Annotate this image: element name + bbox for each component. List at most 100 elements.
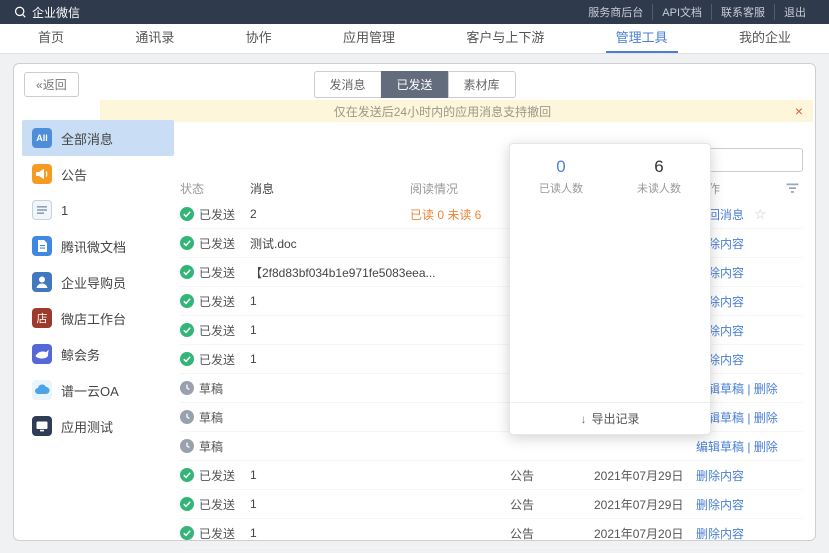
sidebar-item-label: 鲸会务 [61, 345, 100, 364]
sidebar-item-weidian-workbench[interactable]: 店 微店工作台 [22, 300, 174, 336]
document-icon [32, 236, 52, 256]
api-docs-link[interactable]: API文档 [652, 4, 711, 20]
wecom-logo-icon [14, 6, 27, 19]
header-read-status: 阅读情况 [410, 180, 510, 197]
message-cell[interactable]: 1 [250, 323, 410, 337]
sidebar-item-label: 全部消息 [61, 129, 113, 148]
nav-my-company[interactable]: 我的企业 [729, 24, 801, 53]
status-cell: 已发送 [180, 351, 250, 368]
nav-customers[interactable]: 客户与上下游 [456, 24, 554, 53]
sent-status-icon [180, 236, 194, 250]
content-card: «返回 发消息 已发送 素材库 仅在发送后24小时内的应用消息支持撤回 × Al… [13, 63, 816, 541]
status-label: 已发送 [199, 351, 235, 368]
sidebar-item-whale-meeting[interactable]: 鲸会务 [22, 336, 174, 372]
sidebar-item-label: 1 [61, 203, 68, 218]
action-cell: 编辑草稿 | 删除 [696, 380, 803, 397]
status-cell: 草稿 [180, 409, 250, 426]
message-cell[interactable]: 2 [250, 207, 410, 221]
monitor-icon [32, 416, 52, 436]
status-cell: 已发送 [180, 264, 250, 281]
read-count-stat[interactable]: 0 已读人数 [524, 157, 598, 196]
action-link[interactable]: 删除内容 [696, 467, 744, 484]
action-link[interactable]: 编辑草稿 | 删除 [696, 438, 778, 455]
status-cell: 已发送 [180, 235, 250, 252]
person-icon [32, 272, 52, 292]
sidebar-item-all-messages[interactable]: All 全部消息 [22, 120, 174, 156]
sidebar-item-label: 微店工作台 [61, 309, 126, 328]
action-cell: 删除内容 [696, 264, 803, 281]
sent-status-icon [180, 323, 194, 337]
message-cell[interactable]: 【2f8d83bf034b1e971fe5083eea... [250, 264, 410, 281]
message-cell[interactable]: 1 [250, 497, 410, 511]
app-logo-text: 企业微信 [32, 4, 80, 21]
sidebar-item-app-test[interactable]: 应用测试 [22, 408, 174, 444]
back-button[interactable]: «返回 [24, 72, 79, 97]
nav-app-management[interactable]: 应用管理 [333, 24, 405, 53]
status-label: 已发送 [199, 322, 235, 339]
status-cell: 已发送 [180, 496, 250, 513]
unread-count: 6 [622, 157, 696, 177]
back-chevron-icon: « [36, 78, 43, 92]
recall-notice-banner: 仅在发送后24小时内的应用消息支持撤回 × [100, 100, 813, 122]
nav-collaboration[interactable]: 协作 [236, 24, 282, 53]
sent-status-icon [180, 526, 194, 540]
action-link[interactable]: 删除内容 [696, 496, 744, 513]
list-icon [32, 200, 52, 220]
sent-status-icon [180, 294, 194, 308]
close-icon[interactable]: × [785, 100, 813, 122]
topbar-links: 服务商后台 API文档 联系客服 退出 [579, 4, 815, 20]
status-cell: 已发送 [180, 322, 250, 339]
draft-status-icon [180, 381, 194, 395]
sidebar-item-tencent-docs[interactable]: 腾讯微文档 [22, 228, 174, 264]
draft-status-icon [180, 410, 194, 424]
message-cell[interactable]: 测试.doc [250, 235, 410, 252]
contact-support-link[interactable]: 联系客服 [711, 4, 774, 20]
status-cell: 已发送 [180, 293, 250, 310]
message-tabs: 发消息 已发送 素材库 [313, 71, 515, 98]
draft-status-icon [180, 439, 194, 453]
status-label: 已发送 [199, 264, 235, 281]
action-cell: 删除内容 [696, 496, 803, 513]
type-cell: 公告 [510, 467, 594, 484]
star-icon[interactable]: ☆ [754, 206, 767, 223]
filter-icon[interactable] [786, 183, 799, 194]
unread-count-stat[interactable]: 6 未读人数 [622, 157, 696, 196]
action-cell: 编辑草稿 | 删除 [696, 409, 803, 426]
sent-status-icon [180, 468, 194, 482]
megaphone-icon [32, 164, 52, 184]
table-row: 已发送1公告2021年07月29日删除内容 [180, 461, 803, 490]
date-cell: 2021年07月29日 [594, 496, 696, 513]
nav-contacts[interactable]: 通讯录 [125, 24, 184, 53]
tab-sent[interactable]: 已发送 [380, 71, 448, 98]
message-cell[interactable]: 1 [250, 352, 410, 366]
shop-icon: 店 [32, 308, 52, 328]
sidebar-item-puyi-cloud-oa[interactable]: 谱一云OA [22, 372, 174, 408]
header-filter [756, 183, 803, 194]
status-cell: 草稿 [180, 438, 250, 455]
sidebar-item-1[interactable]: 1 [22, 192, 174, 228]
all-messages-icon: All [32, 128, 52, 148]
status-label: 草稿 [199, 409, 223, 426]
nav-home[interactable]: 首页 [28, 24, 74, 53]
read-status-cell[interactable]: 已读 0 未读 6 [410, 206, 510, 223]
message-cell[interactable]: 1 [250, 526, 410, 540]
message-cell[interactable]: 1 [250, 294, 410, 308]
export-records-button[interactable]: ↓ 导出记录 [510, 402, 710, 434]
sent-status-icon [180, 265, 194, 279]
table-row: 已发送1公告2021年07月29日删除内容 [180, 490, 803, 519]
topbar: 企业微信 服务商后台 API文档 联系客服 退出 [0, 0, 829, 24]
sidebar-item-announcement[interactable]: 公告 [22, 156, 174, 192]
tab-material-library[interactable]: 素材库 [448, 71, 516, 98]
message-cell[interactable]: 1 [250, 468, 410, 482]
tab-send-message[interactable]: 发消息 [313, 71, 381, 98]
provider-console-link[interactable]: 服务商后台 [579, 4, 652, 20]
whale-icon [32, 344, 52, 364]
nav-admin-tools[interactable]: 管理工具 [606, 24, 678, 53]
export-records-label: 导出记录 [591, 410, 639, 427]
action-link[interactable]: 删除内容 [696, 525, 744, 542]
sidebar-item-shopping-guide[interactable]: 企业导购员 [22, 264, 174, 300]
sidebar-item-label: 公告 [61, 165, 87, 184]
logout-link[interactable]: 退出 [774, 4, 815, 20]
status-label: 草稿 [199, 380, 223, 397]
sidebar-item-label: 企业导购员 [61, 273, 126, 292]
